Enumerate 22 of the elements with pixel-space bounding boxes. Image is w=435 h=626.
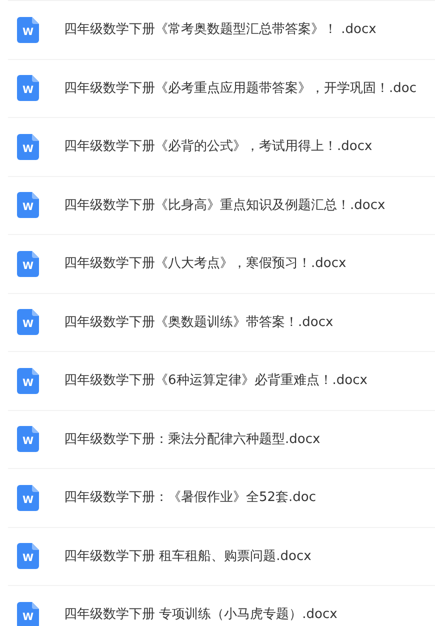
file-name[interactable]: 四年级数学下册《必考重点应用题带答案》，开学巩固！.doc [64, 78, 416, 98]
word-file-icon: W [17, 250, 39, 277]
word-file-icon: W [17, 484, 39, 511]
word-file-icon: W [17, 602, 39, 626]
file-name[interactable]: 四年级数学下册《必背的公式》，考试用得上！.docx [64, 137, 372, 156]
file-name[interactable]: 四年级数学下册 租车租船、购票问题.docx [64, 546, 312, 566]
file-name[interactable]: 四年级数学下册《6种运算定律》必背重难点！.docx [64, 371, 368, 390]
word-file-icon: W [17, 543, 39, 570]
file-name[interactable]: 四年级数学下册《八大考点》，寒假预习！.docx [64, 254, 346, 274]
word-file-icon: W [17, 426, 39, 452]
file-name[interactable]: 四年级数学下册：《暑假作业》全52套.doc [64, 488, 316, 508]
word-file-icon: W [17, 134, 39, 160]
word-file-icon: W [17, 75, 39, 102]
file-name[interactable]: 四年级数学下册《奥数题训练》带答案！.docx [64, 312, 334, 332]
word-file-icon: W [17, 309, 39, 336]
word-file-icon: W [17, 16, 39, 43]
word-file-icon: W [17, 192, 39, 218]
file-name[interactable]: 四年级数学下册 专项训练（小马虎专题）.docx [64, 605, 338, 624]
file-name[interactable]: 四年级数学下册《常考奥数题型汇总带答案》！ .docx [64, 20, 376, 40]
file-name[interactable]: 四年级数学下册《比身高》重点知识及例题汇总！.docx [64, 196, 386, 215]
file-name[interactable]: 四年级数学下册：乘法分配律六种题型.docx [64, 430, 320, 449]
word-file-icon: W [17, 368, 39, 394]
